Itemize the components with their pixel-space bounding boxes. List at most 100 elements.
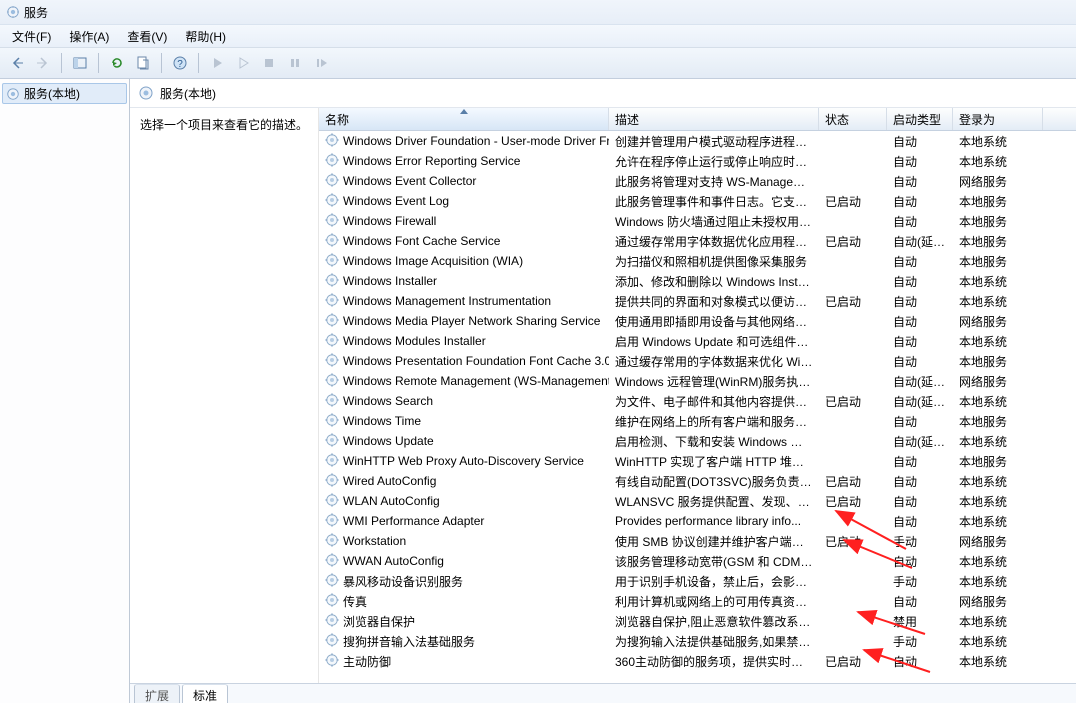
service-logon: 本地服务 bbox=[953, 413, 1043, 430]
service-row[interactable]: Windows Image Acquisition (WIA)为扫描仪和照相机提… bbox=[319, 251, 1076, 271]
service-row[interactable]: 传真利用计算机或网络上的可用传真资源发...自动网络服务 bbox=[319, 591, 1076, 611]
column-status[interactable]: 状态 bbox=[819, 108, 887, 130]
service-name: WinHTTP Web Proxy Auto-Discovery Service bbox=[343, 454, 584, 468]
service-row[interactable]: 搜狗拼音输入法基础服务为搜狗输入法提供基础服务,如果禁用...手动本地系统 bbox=[319, 631, 1076, 651]
service-startup: 自动 bbox=[887, 553, 953, 570]
service-row[interactable]: Windows Update启用检测、下载和安装 Windows 和其...自动… bbox=[319, 431, 1076, 451]
service-status: 已启动 bbox=[819, 393, 887, 410]
service-row[interactable]: Windows Modules Installer启用 Windows Upda… bbox=[319, 331, 1076, 351]
service-row[interactable]: Windows Media Player Network Sharing Ser… bbox=[319, 311, 1076, 331]
service-logon: 网络服务 bbox=[953, 593, 1043, 610]
service-name: Workstation bbox=[343, 534, 406, 548]
service-status: 已启动 bbox=[819, 493, 887, 510]
service-logon: 网络服务 bbox=[953, 313, 1043, 330]
view-tabs: 扩展 标准 bbox=[130, 683, 1076, 703]
service-desc: Windows 远程管理(WinRM)服务执行... bbox=[609, 373, 819, 390]
service-startup: 自动 bbox=[887, 493, 953, 510]
menu-help[interactable]: 帮助(H) bbox=[179, 26, 232, 47]
service-row[interactable]: Windows Search为文件、电子邮件和其他内容提供内容...已启动自动(… bbox=[319, 391, 1076, 411]
service-row[interactable]: WWAN AutoConfig该服务管理移动宽带(GSM 和 CDMA)...自… bbox=[319, 551, 1076, 571]
play-service-button[interactable] bbox=[232, 52, 254, 74]
gear-icon bbox=[325, 353, 339, 370]
service-name: WWAN AutoConfig bbox=[343, 554, 444, 568]
stop-service-button[interactable] bbox=[258, 52, 280, 74]
column-description[interactable]: 描述 bbox=[609, 108, 819, 130]
service-row[interactable]: WinHTTP Web Proxy Auto-Discovery Service… bbox=[319, 451, 1076, 471]
start-service-button[interactable] bbox=[206, 52, 228, 74]
toolbar-separator bbox=[198, 53, 199, 73]
service-row[interactable]: Windows FirewallWindows 防火墙通过阻止未授权用户...自… bbox=[319, 211, 1076, 231]
service-status: 已启动 bbox=[819, 473, 887, 490]
service-logon: 本地服务 bbox=[953, 253, 1043, 270]
service-desc: 允许在程序停止运行或停止响应时报告... bbox=[609, 153, 819, 170]
svg-text:?: ? bbox=[177, 59, 183, 70]
service-desc: 通过缓存常用字体数据优化应用程序的... bbox=[609, 233, 819, 250]
main-area: 服务(本地) 服务(本地) 选择一个项目来查看它的描述。 名称 描述 状态 启动… bbox=[0, 79, 1076, 703]
nav-forward-button[interactable] bbox=[32, 52, 54, 74]
service-row[interactable]: 主动防御360主动防御的服务项，提供实时保护...已启动自动本地系统 bbox=[319, 651, 1076, 671]
pause-service-button[interactable] bbox=[284, 52, 306, 74]
show-hide-tree-button[interactable] bbox=[69, 52, 91, 74]
service-name: Windows Error Reporting Service bbox=[343, 154, 520, 168]
service-row[interactable]: Windows Font Cache Service通过缓存常用字体数据优化应用… bbox=[319, 231, 1076, 251]
service-name: Windows Installer bbox=[343, 274, 437, 288]
export-list-button[interactable] bbox=[132, 52, 154, 74]
service-row[interactable]: Windows Time维护在网络上的所有客户端和服务器的...自动本地服务 bbox=[319, 411, 1076, 431]
refresh-button[interactable] bbox=[106, 52, 128, 74]
service-row[interactable]: Windows Event Collector此服务将管理对支持 WS-Mana… bbox=[319, 171, 1076, 191]
service-desc: 添加、修改和删除以 Windows Install... bbox=[609, 273, 819, 290]
service-row[interactable]: Windows Error Reporting Service 允许在程序停止运行… bbox=[319, 151, 1076, 171]
service-desc: 提供共同的界面和对象模式以便访问有... bbox=[609, 293, 819, 310]
service-desc: 有线自动配置(DOT3SVC)服务负责对... bbox=[609, 473, 819, 490]
column-name[interactable]: 名称 bbox=[319, 108, 609, 130]
service-row[interactable]: Windows Installer 添加、修改和删除以 Windows Insta… bbox=[319, 271, 1076, 291]
service-desc: WLANSVC 服务提供配置、发现、连... bbox=[609, 493, 819, 510]
service-logon: 本地系统 bbox=[953, 393, 1043, 410]
service-desc: 用于识别手机设备，禁止后，会影响电... bbox=[609, 573, 819, 590]
service-startup: 自动 bbox=[887, 333, 953, 350]
tree-pane: 服务(本地) bbox=[0, 79, 130, 703]
restart-service-button[interactable] bbox=[310, 52, 332, 74]
service-row[interactable]: Windows Event Log此服务管理事件和事件日志。它支持日...已启动… bbox=[319, 191, 1076, 211]
service-logon: 本地服务 bbox=[953, 453, 1043, 470]
service-name: WMI Performance Adapter bbox=[343, 514, 484, 528]
column-logon-as[interactable]: 登录为 bbox=[953, 108, 1043, 130]
service-desc: WinHTTP 实现了客户端 HTTP 堆栈并... bbox=[609, 453, 819, 470]
service-name: Windows Time bbox=[343, 414, 421, 428]
service-startup: 自动 bbox=[887, 253, 953, 270]
service-row[interactable]: Windows Remote Management (WS-Management… bbox=[319, 371, 1076, 391]
service-row[interactable]: WMI Performance AdapterProvides performa… bbox=[319, 511, 1076, 531]
menu-file[interactable]: 文件(F) bbox=[6, 26, 57, 47]
menu-view[interactable]: 查看(V) bbox=[121, 26, 173, 47]
service-desc: 通过缓存常用的字体数据来优化 Wind... bbox=[609, 353, 819, 370]
service-row[interactable]: Windows Driver Foundation - User-mode Dr… bbox=[319, 131, 1076, 151]
gear-icon bbox=[325, 533, 339, 550]
service-row[interactable]: 浏览器自保护浏览器自保护,阻止恶意软件篡改系统...禁用本地系统 bbox=[319, 611, 1076, 631]
pane-header-icon bbox=[138, 85, 154, 101]
gear-icon bbox=[325, 193, 339, 210]
gear-icon bbox=[325, 133, 339, 150]
pane-header: 服务(本地) bbox=[130, 79, 1076, 108]
service-row[interactable]: Workstation使用 SMB 协议创建并维护客户端网络...已启动手动网络… bbox=[319, 531, 1076, 551]
tab-standard[interactable]: 标准 bbox=[182, 684, 228, 703]
tree-root-services[interactable]: 服务(本地) bbox=[2, 83, 127, 104]
service-status: 已启动 bbox=[819, 193, 887, 210]
help-button[interactable]: ? bbox=[169, 52, 191, 74]
column-startup-type[interactable]: 启动类型 bbox=[887, 108, 953, 130]
service-name: Windows Firewall bbox=[343, 214, 436, 228]
menu-action[interactable]: 操作(A) bbox=[63, 26, 115, 47]
service-name: Windows Management Instrumentation bbox=[343, 294, 551, 308]
nav-back-button[interactable] bbox=[6, 52, 28, 74]
service-name: 浏览器自保护 bbox=[343, 613, 415, 630]
service-row[interactable]: Windows Presentation Foundation Font Cac… bbox=[319, 351, 1076, 371]
service-name: Windows Search bbox=[343, 394, 433, 408]
service-row[interactable]: WLAN AutoConfigWLANSVC 服务提供配置、发现、连...已启动… bbox=[319, 491, 1076, 511]
service-row[interactable]: Windows Management Instrumentation 提供共同的界… bbox=[319, 291, 1076, 311]
service-desc: 为文件、电子邮件和其他内容提供内容... bbox=[609, 393, 819, 410]
service-list[interactable]: Windows Driver Foundation - User-mode Dr… bbox=[319, 131, 1076, 683]
service-desc: 此服务将管理对支持 WS-Manageme... bbox=[609, 173, 819, 190]
tab-extended[interactable]: 扩展 bbox=[134, 684, 180, 703]
service-name: Windows Media Player Network Sharing Ser… bbox=[343, 314, 600, 328]
service-row[interactable]: 暴风移动设备识别服务用于识别手机设备，禁止后，会影响电...手动本地系统 bbox=[319, 571, 1076, 591]
service-row[interactable]: Wired AutoConfig有线自动配置(DOT3SVC)服务负责对...已… bbox=[319, 471, 1076, 491]
